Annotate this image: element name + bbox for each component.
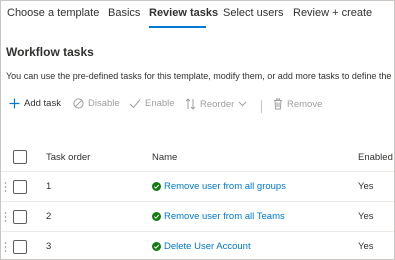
row-checkbox[interactable] (13, 240, 27, 254)
table-header: Task order Name Enabled (1, 143, 394, 171)
task-order-cell: 3 (46, 241, 52, 252)
column-enabled[interactable]: Enabled (358, 152, 393, 163)
add-task-label: Add task (24, 98, 61, 109)
column-name[interactable]: Name (152, 152, 177, 163)
tab-select-users[interactable]: Select users (223, 7, 284, 19)
workflow-wizard: Choose a template Basics Review tasks Se… (0, 0, 395, 260)
row-checkbox[interactable] (13, 180, 27, 194)
success-icon (152, 182, 161, 191)
success-icon (152, 212, 161, 221)
enabled-cell: Yes (358, 181, 374, 192)
task-name-link[interactable]: Remove user from all Teams (152, 211, 285, 222)
disable-button[interactable]: Disable (73, 98, 120, 109)
active-tab-indicator (149, 26, 206, 28)
wizard-tabs: Choose a template Basics Review tasks Se… (1, 1, 394, 29)
toolbar-divider (261, 100, 262, 113)
disable-label: Disable (88, 98, 120, 109)
remove-button[interactable]: Remove (273, 98, 322, 110)
section-description: You can use the pre-defined tasks for th… (6, 71, 392, 81)
task-name-label: Delete User Account (164, 241, 251, 252)
reorder-icon (185, 98, 196, 110)
select-all-checkbox[interactable] (13, 150, 27, 164)
drag-handle-icon[interactable] (4, 240, 10, 254)
table-row[interactable]: 1 Remove user from all groups Yes (1, 172, 394, 202)
reorder-button[interactable]: Reorder (185, 98, 247, 110)
enabled-cell: Yes (358, 211, 374, 222)
task-name-label: Remove user from all Teams (164, 211, 285, 222)
tasks-toolbar: Add task Disable Enable Reorder Remove (1, 95, 394, 117)
table-row[interactable]: 2 Remove user from all Teams Yes (1, 202, 394, 232)
table-row[interactable]: 3 Delete User Account Yes (1, 232, 394, 259)
section-title: Workflow tasks (6, 45, 94, 59)
tab-review-create[interactable]: Review + create (293, 7, 372, 19)
plus-icon (9, 98, 20, 109)
drag-handle-icon[interactable] (4, 210, 10, 224)
drag-handle-icon[interactable] (4, 180, 10, 194)
task-name-link[interactable]: Remove user from all groups (152, 181, 286, 192)
tab-basics[interactable]: Basics (108, 7, 140, 19)
chevron-down-icon (238, 101, 247, 107)
trash-icon (273, 98, 283, 110)
remove-label: Remove (287, 98, 323, 110)
success-icon (152, 242, 161, 251)
reorder-label: Reorder (200, 98, 235, 110)
column-task-order[interactable]: Task order (46, 152, 90, 163)
enable-button[interactable]: Enable (129, 98, 175, 109)
add-task-button[interactable]: Add task (9, 98, 61, 109)
checkmark-icon (129, 98, 141, 109)
tab-choose-template[interactable]: Choose a template (7, 7, 99, 19)
task-name-link[interactable]: Delete User Account (152, 241, 251, 252)
task-name-label: Remove user from all groups (164, 181, 286, 192)
task-order-cell: 1 (46, 181, 52, 192)
task-order-cell: 2 (46, 211, 52, 222)
enabled-cell: Yes (358, 241, 374, 252)
tab-review-tasks[interactable]: Review tasks (149, 7, 218, 19)
row-checkbox[interactable] (13, 210, 27, 224)
disable-icon (73, 98, 84, 109)
enable-label: Enable (145, 98, 175, 109)
